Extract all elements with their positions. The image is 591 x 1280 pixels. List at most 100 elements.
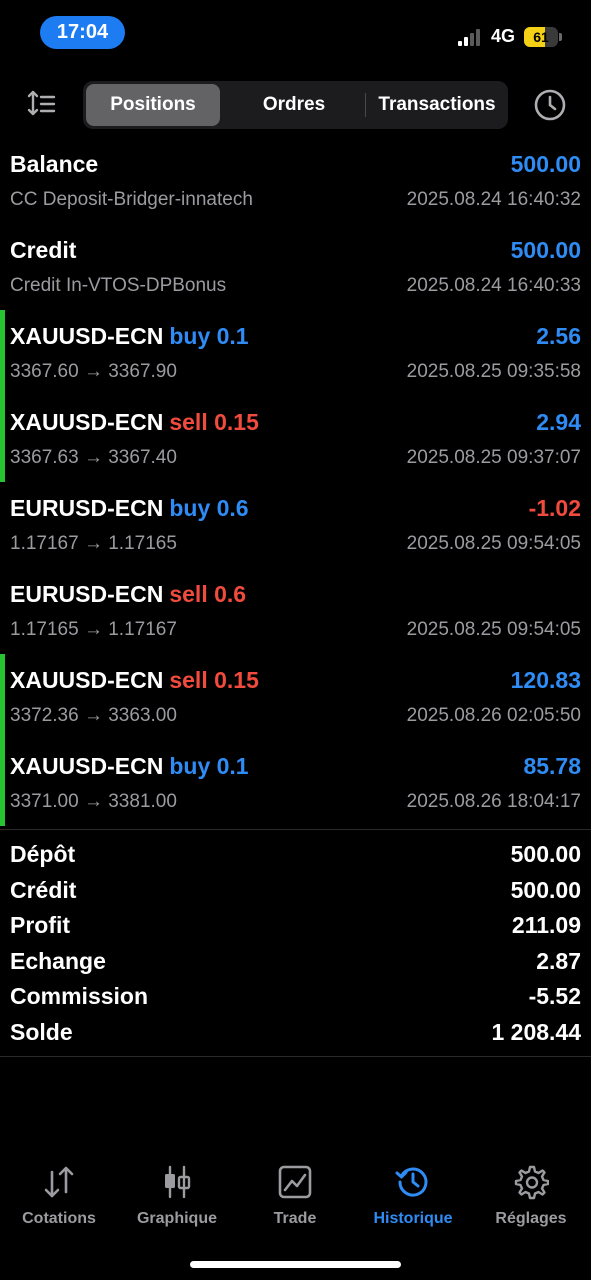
- home-indicator[interactable]: [190, 1261, 401, 1268]
- deal-side: sell: [169, 581, 208, 607]
- row-date: 2025.08.25 09:54:05: [406, 619, 581, 640]
- summary-value: -5.52: [528, 983, 581, 1009]
- deal-side: buy: [169, 495, 211, 521]
- history-row-deal[interactable]: EURUSD-ECN buy 0.6 -1.02 1.17167 → 1.1716…: [0, 482, 591, 568]
- deal-symbol: XAUUSD-ECN: [10, 667, 164, 693]
- summary-label: Dépôt: [10, 841, 76, 867]
- deal-volume: 0.15: [214, 667, 259, 693]
- summary-label: Solde: [10, 1018, 73, 1045]
- deal-profit: 2.94: [536, 409, 581, 435]
- row-date: 2025.08.25 09:54:05: [406, 533, 581, 554]
- row-date: 2025.08.24 16:40:33: [406, 275, 581, 296]
- deal-volume: 0.1: [216, 323, 249, 349]
- segmented-control: Positions Ordres Transactions: [83, 81, 508, 129]
- summary-label: Echange: [10, 947, 106, 974]
- row-title: Credit: [10, 237, 77, 263]
- deal-profit: 85.78: [523, 753, 581, 779]
- deal-volume: 0.15: [214, 409, 259, 435]
- nav-label: Graphique: [136, 1210, 217, 1227]
- summary-row-deposit: Dépôt 500.00: [0, 837, 591, 873]
- row-title: EURUSD-ECN sell 0.6: [10, 581, 246, 608]
- profit-indicator-bar: [0, 740, 5, 826]
- battery-icon: 61: [524, 27, 558, 47]
- nav-label: Trade: [273, 1210, 317, 1227]
- row-title: XAUUSD-ECN buy 0.1: [10, 323, 249, 350]
- row-date: 2025.08.26 02:05:50: [406, 705, 581, 726]
- summary-row-swap: Echange 2.87: [0, 944, 591, 980]
- bottom-navigation: Cotations Graphique Trade Historique Rég…: [0, 1160, 591, 1240]
- deal-side: sell: [169, 409, 208, 435]
- summary-label: Commission: [10, 983, 149, 1009]
- summary-value: 500.00: [510, 876, 581, 903]
- history-row-balance[interactable]: Balance 500.00 CC Deposit-Bridger-innate…: [0, 138, 591, 224]
- battery-tip: [559, 33, 562, 41]
- period-clock-icon[interactable]: [533, 88, 567, 122]
- tab-positions[interactable]: Positions: [86, 84, 220, 126]
- deal-profit: -1.02: [528, 495, 581, 521]
- deal-profit: 2.56: [536, 323, 581, 349]
- row-title: Balance: [10, 151, 99, 177]
- deal-profit: 120.83: [510, 667, 581, 693]
- deal-volume: 0.6: [216, 495, 249, 521]
- history-row-deal[interactable]: XAUUSD-ECN sell 0.15 120.83 3372.36 → 336…: [0, 654, 591, 740]
- row-date: 2025.08.26 18:04:17: [406, 791, 581, 812]
- summary-row-credit: Crédit 500.00: [0, 873, 591, 909]
- summary-value: 500.00: [510, 841, 581, 867]
- signal-strength-icon: [458, 28, 484, 46]
- summary-label: Profit: [10, 912, 71, 938]
- row-date: 2025.08.24 16:40:32: [406, 189, 581, 210]
- row-date: 2025.08.25 09:35:58: [406, 361, 581, 382]
- nav-label: Réglages: [495, 1210, 567, 1227]
- gear-icon: [514, 1165, 549, 1200]
- deal-prices: 3372.36 → 3363.00: [10, 705, 177, 726]
- tab-transactions[interactable]: Transactions: [367, 84, 507, 126]
- history-row-credit[interactable]: Credit 500.00 Credit In-VTOS-DPBonus 202…: [0, 224, 591, 310]
- history-row-deal[interactable]: XAUUSD-ECN buy 0.1 85.78 3371.00 → 3381.0…: [0, 740, 591, 826]
- deal-symbol: EURUSD-ECN: [10, 495, 164, 521]
- tab-ordres[interactable]: Ordres: [223, 84, 365, 126]
- summary-row-commission: Commission -5.52: [0, 979, 591, 1015]
- summary-label: Crédit: [10, 876, 77, 903]
- row-amount: 500.00: [510, 237, 581, 263]
- history-row-deal[interactable]: EURUSD-ECN sell 0.6 1.17165 → 1.17167 202…: [0, 568, 591, 654]
- row-comment: CC Deposit-Bridger-innatech: [10, 189, 253, 210]
- deal-symbol: XAUUSD-ECN: [10, 409, 164, 435]
- row-title: XAUUSD-ECN buy 0.1: [10, 753, 249, 780]
- nav-historique[interactable]: Historique: [354, 1160, 472, 1228]
- summary-divider-top: [0, 829, 591, 830]
- deal-volume: 0.6: [214, 581, 247, 607]
- nav-trade[interactable]: Trade: [236, 1160, 354, 1228]
- nav-reglages[interactable]: Réglages: [472, 1160, 590, 1228]
- deal-side: sell: [169, 667, 208, 693]
- profit-indicator-bar: [0, 310, 5, 396]
- status-time: 17:04: [40, 16, 125, 49]
- summary-row-profit: Profit 211.09: [0, 908, 591, 944]
- nav-graphique[interactable]: Graphique: [118, 1160, 236, 1228]
- deal-symbol: XAUUSD-ECN: [10, 753, 164, 779]
- segment-separator: [365, 93, 366, 117]
- deal-prices: 3371.00 → 3381.00: [10, 791, 177, 812]
- row-comment: Credit In-VTOS-DPBonus: [10, 275, 227, 296]
- deal-prices: 3367.63 → 3367.40: [10, 447, 177, 468]
- nav-label: Cotations: [22, 1210, 96, 1227]
- sort-icon[interactable]: [26, 88, 58, 120]
- row-title: XAUUSD-ECN sell 0.15: [10, 409, 259, 436]
- deal-prices: 3367.60 → 3367.90: [10, 361, 177, 382]
- summary-value: 1 208.44: [491, 1018, 581, 1045]
- summary-divider-bottom: [0, 1056, 591, 1057]
- deal-volume: 0.1: [216, 753, 249, 779]
- summary-value: 2.87: [536, 947, 581, 974]
- history-row-deal[interactable]: XAUUSD-ECN sell 0.15 2.94 3367.63 → 3367.…: [0, 396, 591, 482]
- row-date: 2025.08.25 09:37:07: [406, 447, 581, 468]
- history-row-deal[interactable]: XAUUSD-ECN buy 0.1 2.56 3367.60 → 3367.90…: [0, 310, 591, 396]
- deal-side: buy: [169, 323, 211, 349]
- summary-row-balance: Solde 1 208.44: [0, 1015, 591, 1051]
- profit-indicator-bar: [0, 654, 5, 740]
- deal-prices: 1.17165 → 1.17167: [10, 619, 177, 640]
- nav-cotations[interactable]: Cotations: [0, 1160, 118, 1228]
- deal-symbol: XAUUSD-ECN: [10, 323, 164, 349]
- summary-block: Dépôt 500.00 Crédit 500.00 Profit 211.09…: [0, 837, 591, 1050]
- row-title: EURUSD-ECN buy 0.6: [10, 495, 249, 522]
- profit-indicator-bar: [0, 396, 5, 482]
- status-bar: 17:04 4G 61: [0, 0, 591, 70]
